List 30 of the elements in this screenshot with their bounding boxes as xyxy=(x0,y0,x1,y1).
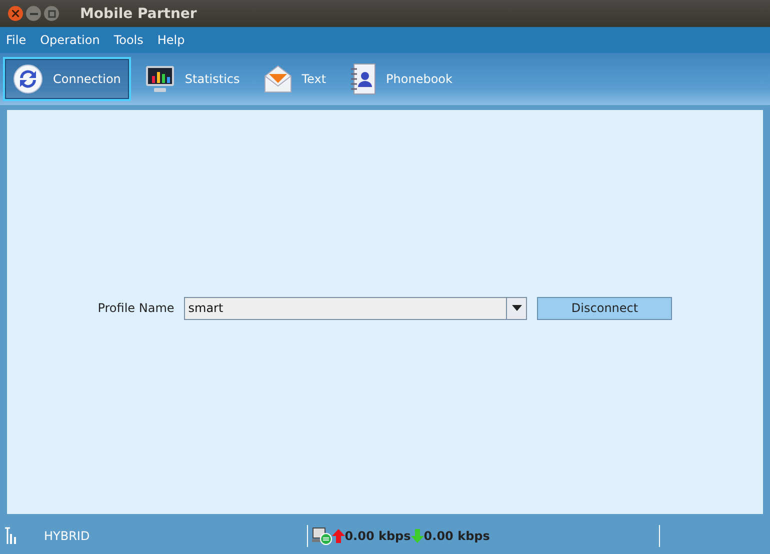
chart-monitor-icon xyxy=(144,64,175,94)
signal-icon xyxy=(5,527,17,544)
upload-rate: 0.00 kbps xyxy=(344,528,411,542)
envelope-icon xyxy=(264,64,292,94)
upload-arrow-icon xyxy=(332,528,345,542)
profile-dropdown[interactable]: smart xyxy=(184,296,528,320)
network-type: HYBRID xyxy=(44,528,90,542)
modem-icon xyxy=(312,526,332,544)
menu-item[interactable]: Help xyxy=(157,33,185,47)
menu-item[interactable]: Operation xyxy=(40,33,100,47)
close-button[interactable] xyxy=(8,6,23,21)
disconnect-button[interactable]: Disconnect xyxy=(537,296,672,320)
maximize-button[interactable] xyxy=(44,6,59,21)
field-label: Profile Name xyxy=(98,301,174,315)
sync-icon xyxy=(13,64,43,94)
caret-icon xyxy=(512,305,522,311)
contact-book-icon xyxy=(350,63,376,95)
toolbar-tab[interactable]: Statistics xyxy=(134,57,250,101)
toolbar-tab[interactable]: Connection xyxy=(3,57,131,101)
window-title: Mobile Partner xyxy=(80,6,197,22)
minimize-icon xyxy=(30,12,38,14)
close-icon xyxy=(12,10,19,17)
download-arrow-icon xyxy=(410,528,424,542)
download-rate: 0.00 kbps xyxy=(424,528,490,542)
maximize-icon xyxy=(48,10,56,18)
menu-item[interactable]: Tools xyxy=(114,33,144,47)
toolbar-tab[interactable]: Phonebook xyxy=(340,57,462,101)
minimize-button[interactable] xyxy=(26,6,41,21)
toolbar-tab[interactable]: Text xyxy=(254,57,336,101)
menu-item[interactable]: File xyxy=(6,33,26,47)
